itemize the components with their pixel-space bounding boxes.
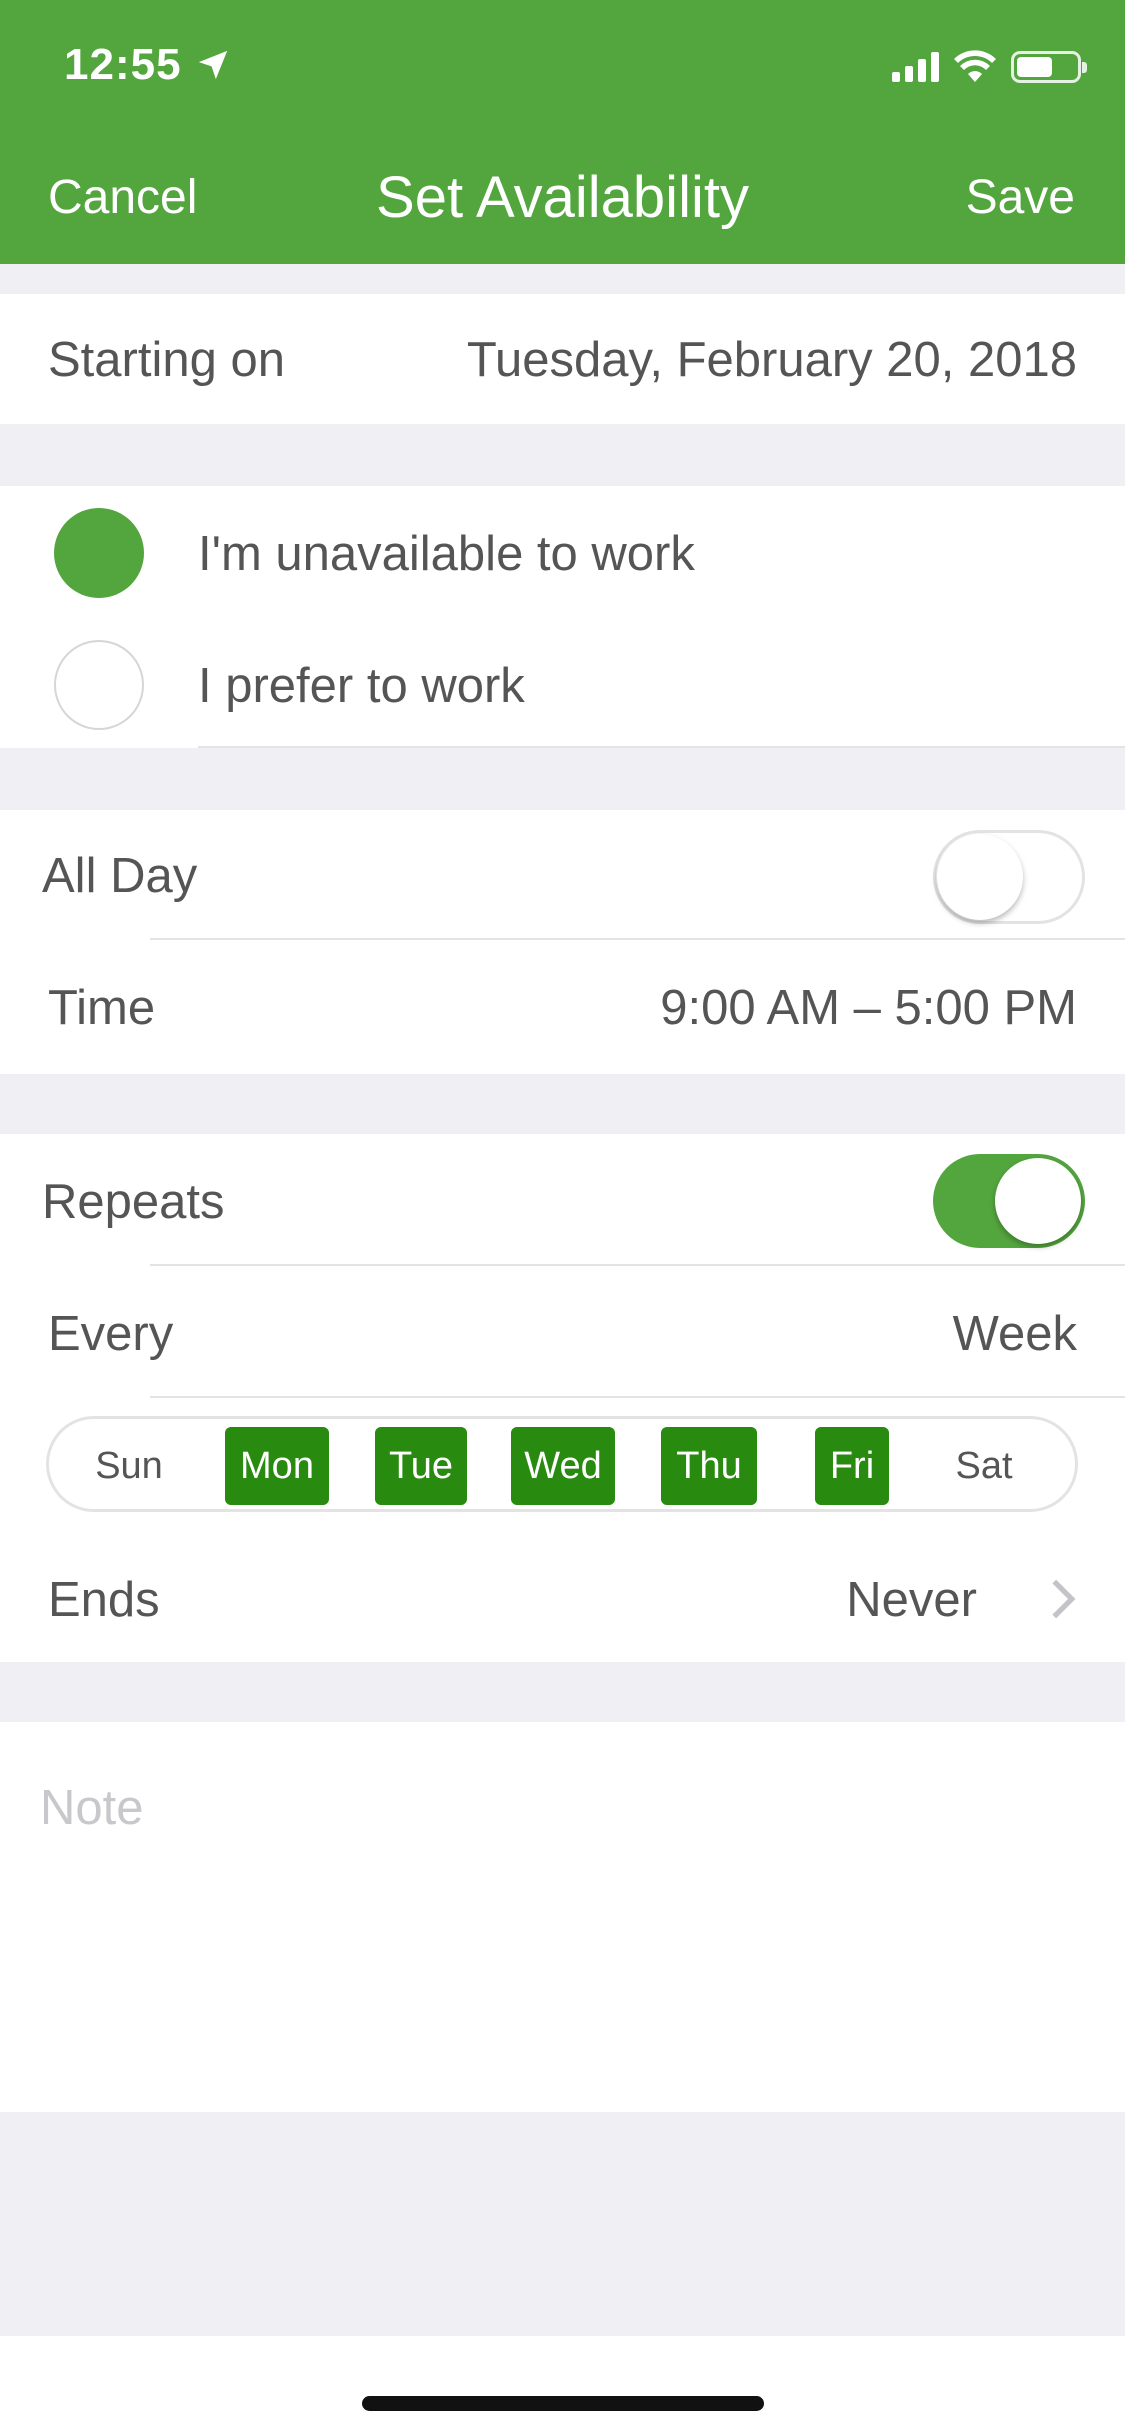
- repeats-label: Repeats: [42, 1175, 225, 1229]
- day-fri[interactable]: Fri: [815, 1427, 889, 1505]
- option-prefer-label: I prefer to work: [198, 659, 525, 713]
- repeat-section: Repeats Every Week Ends Never: [0, 1134, 1125, 1662]
- repeats-toggle[interactable]: [933, 1154, 1085, 1248]
- save-button[interactable]: Save: [966, 170, 1075, 225]
- every-value: Week: [952, 1307, 1077, 1361]
- page-title: Set Availability: [376, 165, 749, 230]
- starting-on-section[interactable]: Starting on Tuesday, February 20, 2018: [0, 294, 1125, 424]
- bottom-safe-area: [0, 2336, 1125, 2436]
- location-arrow-icon: [198, 50, 228, 80]
- day-thu[interactable]: Thu: [661, 1427, 757, 1505]
- cellular-signal-icon: [892, 52, 939, 82]
- divider: [150, 1396, 1125, 1398]
- chevron-right-icon: [1052, 1579, 1076, 1619]
- starting-on-value: Tuesday, February 20, 2018: [466, 333, 1077, 387]
- day-tue[interactable]: Tue: [375, 1427, 467, 1505]
- day-mon[interactable]: Mon: [225, 1427, 329, 1505]
- divider: [150, 938, 1125, 940]
- radio-prefer[interactable]: [54, 640, 144, 730]
- radio-unavailable[interactable]: [54, 508, 144, 598]
- day-picker: Sun Mon Tue Wed Thu Fri Sat: [46, 1416, 1078, 1512]
- time-value: 9:00 AM – 5:00 PM: [660, 981, 1077, 1035]
- divider: [150, 1264, 1125, 1266]
- wifi-icon: [954, 50, 996, 82]
- option-unavailable-label: I'm unavailable to work: [198, 527, 695, 581]
- availability-type-section: I'm unavailable to work I prefer to work: [0, 486, 1125, 748]
- all-day-time-section: All Day Time 9:00 AM – 5:00 PM: [0, 810, 1125, 1074]
- cancel-button[interactable]: Cancel: [48, 170, 197, 225]
- status-time: 12:55: [64, 40, 182, 89]
- note-placeholder: Note: [40, 1781, 144, 1835]
- divider: [198, 746, 1125, 748]
- all-day-toggle[interactable]: [933, 830, 1085, 924]
- ends-value: Never: [846, 1573, 977, 1627]
- status-icons: [892, 50, 1087, 84]
- home-indicator[interactable]: [362, 2396, 764, 2411]
- day-wed[interactable]: Wed: [511, 1427, 615, 1505]
- time-label: Time: [48, 981, 156, 1035]
- note-field[interactable]: [0, 1722, 1125, 2112]
- battery-icon: [1011, 51, 1087, 83]
- header: 12:55 Cancel Set Availability Save: [0, 0, 1125, 264]
- toggle-knob: [995, 1158, 1081, 1244]
- toggle-knob: [937, 834, 1023, 920]
- all-day-label: All Day: [42, 849, 198, 903]
- ends-label: Ends: [48, 1573, 160, 1627]
- day-sat[interactable]: Sat: [929, 1427, 1039, 1505]
- every-label: Every: [48, 1307, 174, 1361]
- day-sun[interactable]: Sun: [79, 1427, 179, 1505]
- starting-on-label: Starting on: [48, 333, 285, 387]
- set-availability-screen: 12:55 Cancel Set Availability Save Start…: [0, 0, 1125, 2436]
